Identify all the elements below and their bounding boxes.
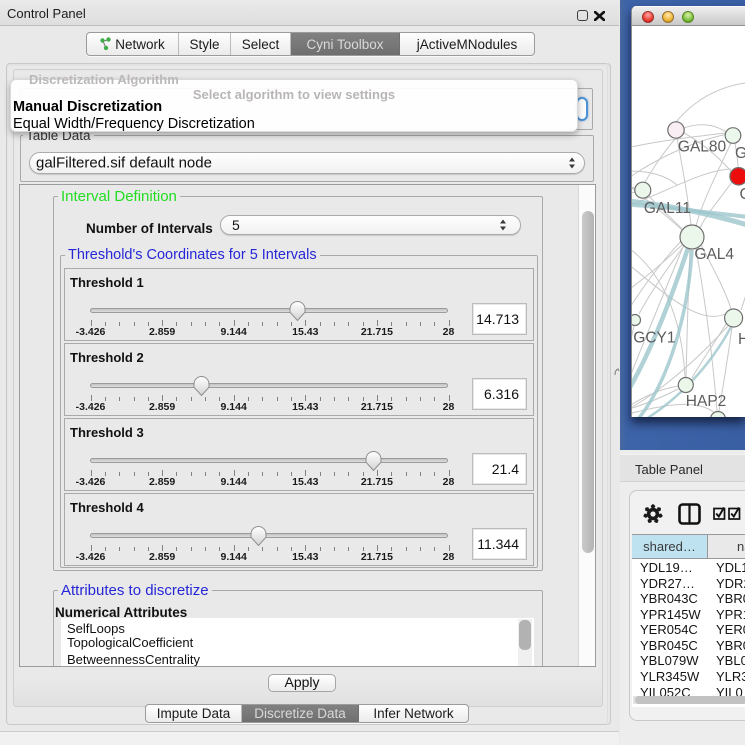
svg-text:H: H bbox=[738, 331, 745, 348]
svg-text:C: C bbox=[740, 186, 745, 203]
svg-text:G.: G. bbox=[735, 145, 745, 162]
svg-text:GCY1: GCY1 bbox=[633, 330, 675, 347]
svg-text:HAP2: HAP2 bbox=[686, 393, 727, 410]
svg-text:GAL80: GAL80 bbox=[678, 139, 727, 156]
svg-text:GAL4: GAL4 bbox=[694, 246, 734, 263]
svg-text:GAL11: GAL11 bbox=[644, 200, 691, 217]
